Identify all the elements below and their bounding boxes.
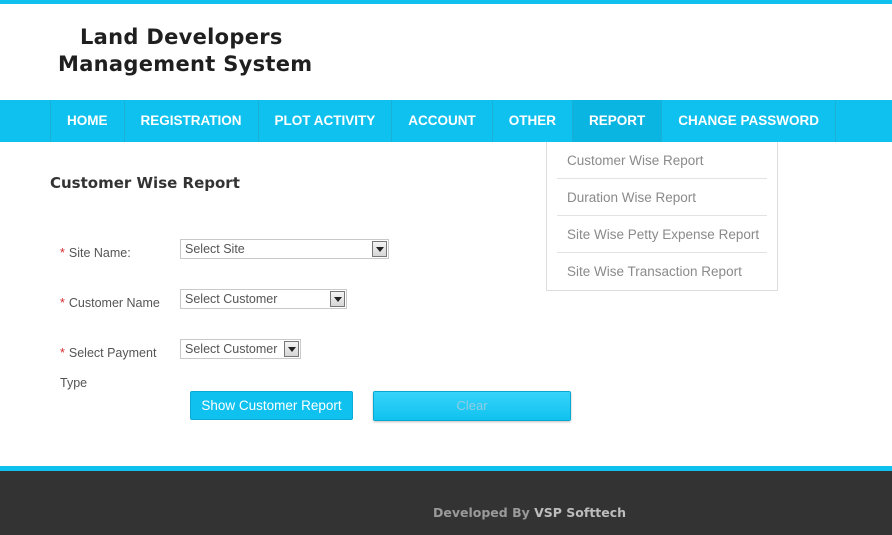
- customer-name-label-text: Customer Name: [68, 296, 160, 310]
- customer-name-label: * Customer Name: [60, 296, 160, 310]
- site-name-label-text: Site Name:: [68, 246, 131, 260]
- nav-item-account[interactable]: ACCOUNT: [392, 100, 493, 142]
- logo-line-2: Management System: [58, 52, 313, 76]
- payment-type-select-value: Select Customer: [185, 342, 278, 356]
- site-name-label: * Site Name:: [60, 246, 131, 260]
- chevron-down-icon[interactable]: [372, 241, 387, 257]
- payment-type-label-line1: Select Payment: [68, 346, 157, 360]
- page-title: Customer Wise Report: [50, 174, 240, 192]
- clear-button[interactable]: Clear: [373, 391, 571, 421]
- required-marker: *: [60, 346, 65, 360]
- show-customer-report-button[interactable]: Show Customer Report: [190, 391, 353, 420]
- nav-menu: HOME REGISTRATION PLOT ACTIVITY ACCOUNT …: [50, 100, 837, 142]
- nav-item-home[interactable]: HOME: [51, 100, 125, 142]
- top-accent-strip: [0, 0, 892, 4]
- menu-item-site-wise-petty-expense-report[interactable]: Site Wise Petty Expense Report: [557, 216, 767, 253]
- menu-item-site-wise-transaction-report[interactable]: Site Wise Transaction Report: [557, 253, 767, 290]
- footer-brand: VSP Softtech: [534, 505, 627, 520]
- menu-item-duration-wise-report[interactable]: Duration Wise Report: [557, 179, 767, 216]
- report-dropdown-menu: Customer Wise Report Duration Wise Repor…: [546, 142, 778, 291]
- app-logo[interactable]: Land Developers Management System: [58, 24, 312, 78]
- footer-credit-prefix: Developed By: [433, 505, 535, 520]
- footer-credit: Developed By VSP Softtech: [433, 505, 626, 520]
- site-select-value: Select Site: [185, 242, 245, 256]
- payment-type-label: * Select Payment: [60, 346, 156, 360]
- required-marker: *: [60, 246, 65, 260]
- nav-item-plot-activity[interactable]: PLOT ACTIVITY: [259, 100, 393, 142]
- chevron-down-icon[interactable]: [284, 341, 299, 357]
- nav-item-report[interactable]: REPORT: [573, 100, 663, 142]
- nav-item-registration[interactable]: REGISTRATION: [125, 100, 259, 142]
- payment-type-label-line2: Type: [60, 376, 88, 390]
- customer-select-value: Select Customer: [185, 292, 278, 306]
- site-select[interactable]: Select Site: [180, 239, 389, 259]
- customer-select[interactable]: Select Customer: [180, 289, 347, 309]
- menu-item-customer-wise-report[interactable]: Customer Wise Report: [557, 142, 767, 179]
- chevron-down-icon[interactable]: [330, 291, 345, 307]
- required-marker: *: [60, 296, 65, 310]
- nav-item-change-password[interactable]: CHANGE PASSWORD: [662, 100, 837, 142]
- footer: Developed By VSP Softtech: [0, 471, 892, 535]
- nav-item-other[interactable]: OTHER: [493, 100, 573, 142]
- logo-line-1: Land Developers: [80, 25, 283, 49]
- payment-type-select[interactable]: Select Customer: [180, 339, 301, 359]
- main-navbar: HOME REGISTRATION PLOT ACTIVITY ACCOUNT …: [0, 100, 892, 142]
